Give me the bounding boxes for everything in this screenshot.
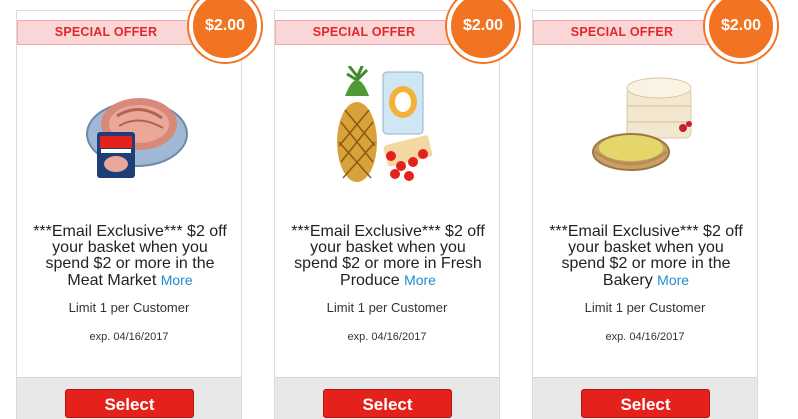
offer-card: SPECIAL OFFER $2.00 ***Email Exclusive**… xyxy=(274,0,519,419)
offer-card-list: SPECIAL OFFER $2.00 ***Email Exclusive**… xyxy=(0,0,798,419)
limit-text: Limit 1 per Customer xyxy=(68,300,190,315)
limit-text: Limit 1 per Customer xyxy=(326,300,448,315)
expiration-date: exp. 04/16/2017 xyxy=(89,331,169,343)
more-link[interactable]: More xyxy=(404,272,436,288)
offer-description-text: ***Email Exclusive*** $2 off your basket… xyxy=(33,223,227,289)
select-footer: Select xyxy=(17,377,241,419)
offer-description: ***Email Exclusive*** $2 off your basket… xyxy=(31,224,229,289)
offer-card: SPECIAL OFFER $2.00 ***Email Exclusive**… xyxy=(16,0,261,419)
price-badge: $2.00 xyxy=(705,0,777,62)
offer-description-text: ***Email Exclusive*** $2 off your basket… xyxy=(291,223,485,289)
offer-description: ***Email Exclusive*** $2 off your basket… xyxy=(547,224,745,289)
offer-description-text: ***Email Exclusive*** $2 off your basket… xyxy=(549,223,743,289)
select-footer: Select xyxy=(533,377,757,419)
bakery-product-icon[interactable] xyxy=(583,66,709,188)
produce-product-icon[interactable] xyxy=(325,63,451,188)
offer-card: SPECIAL OFFER $2.00 ***Email Exclusive**… xyxy=(532,0,777,419)
select-button[interactable]: Select xyxy=(323,389,452,418)
offer-description: ***Email Exclusive*** $2 off your basket… xyxy=(289,224,487,289)
more-link[interactable]: More xyxy=(657,272,689,288)
more-link[interactable]: More xyxy=(161,272,193,288)
select-footer: Select xyxy=(275,377,499,419)
ham-product-icon[interactable] xyxy=(67,66,193,188)
expiration-date: exp. 04/16/2017 xyxy=(347,331,427,343)
price-badge: $2.00 xyxy=(189,0,261,62)
special-offer-banner: SPECIAL OFFER xyxy=(533,20,711,45)
expiration-date: exp. 04/16/2017 xyxy=(605,331,685,343)
select-button[interactable]: Select xyxy=(65,389,194,418)
special-offer-banner: SPECIAL OFFER xyxy=(275,20,453,45)
limit-text: Limit 1 per Customer xyxy=(584,300,706,315)
price-badge: $2.00 xyxy=(447,0,519,62)
special-offer-banner: SPECIAL OFFER xyxy=(17,20,195,45)
select-button[interactable]: Select xyxy=(581,389,710,418)
